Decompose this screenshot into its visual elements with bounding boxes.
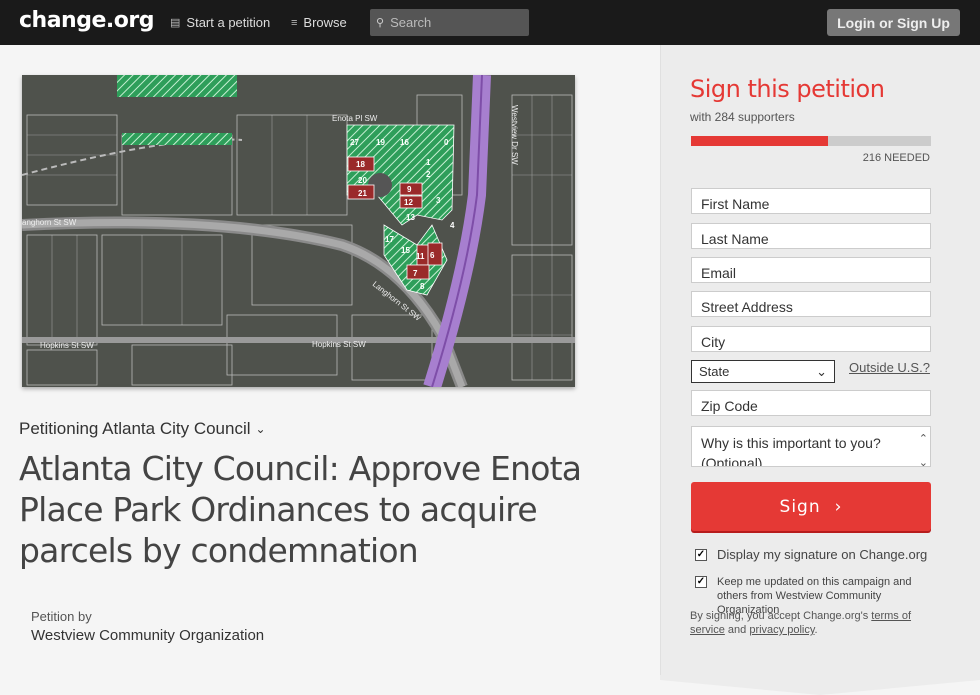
svg-text:18: 18 bbox=[356, 160, 365, 169]
terms-suffix: . bbox=[814, 624, 818, 636]
svg-text:17: 17 bbox=[385, 235, 394, 244]
keep-updated-checkbox[interactable]: ✓ bbox=[695, 576, 707, 588]
email-field[interactable] bbox=[691, 257, 931, 283]
display-signature-option[interactable]: ✓ Display my signature on Change.org bbox=[695, 547, 928, 562]
svg-text:9: 9 bbox=[407, 185, 412, 194]
chevron-down-icon[interactable]: ⌄ bbox=[919, 453, 928, 466]
petition-content: 27 19 16 0 18 1 2 20 21 9 12 3 13 4 17 15 11 6 78 En… bbox=[0, 45, 660, 695]
list-icon: ≡ bbox=[291, 16, 298, 29]
privacy-policy-link[interactable]: privacy policy bbox=[749, 624, 814, 636]
svg-text:1: 1 bbox=[426, 158, 431, 167]
svg-text:11: 11 bbox=[416, 252, 425, 261]
svg-text:7: 7 bbox=[413, 269, 418, 278]
browse-label: Browse bbox=[303, 15, 347, 30]
svg-text:Hopkins St SW: Hopkins St SW bbox=[312, 340, 366, 349]
petition-author[interactable]: Westview Community Organization bbox=[31, 627, 264, 644]
terms-prefix: By signing, you accept Change.org's bbox=[690, 610, 869, 622]
start-petition-label: Start a petition bbox=[186, 15, 271, 30]
signatures-needed: 216 NEEDED bbox=[862, 152, 930, 164]
map-drawing: 27 19 16 0 18 12 2021 912 3 13417 1511 6 78 En… bbox=[22, 75, 575, 387]
svg-text:4: 4 bbox=[450, 221, 455, 230]
why-important-placeholder: Why is this important to you? (Optional) bbox=[701, 435, 881, 467]
login-signup-button[interactable]: Login or Sign Up bbox=[827, 9, 960, 36]
search-input[interactable] bbox=[390, 15, 521, 30]
browse-link[interactable]: ≡ Browse bbox=[291, 15, 347, 30]
outside-us-link[interactable]: Outside U.S.? bbox=[849, 360, 930, 375]
state-select-value: State bbox=[699, 364, 730, 379]
sign-panel-title: Sign this petition bbox=[690, 75, 885, 103]
svg-text:8: 8 bbox=[420, 282, 425, 291]
svg-text:20: 20 bbox=[358, 176, 367, 185]
svg-text:Enota Pl SW: Enota Pl SW bbox=[332, 114, 378, 123]
svg-text:21: 21 bbox=[358, 189, 367, 198]
signature-progress-bar bbox=[691, 136, 931, 146]
top-navigation-bar: change.org ▤ Start a petition ≡ Browse ⚲… bbox=[0, 0, 980, 45]
svg-text:12: 12 bbox=[404, 198, 413, 207]
chevron-down-icon: ⌄ bbox=[816, 363, 827, 379]
start-petition-link[interactable]: ▤ Start a petition bbox=[170, 15, 270, 30]
svg-text:27: 27 bbox=[350, 138, 359, 147]
chevron-right-icon: › bbox=[834, 496, 843, 517]
state-select[interactable]: State ⌄ bbox=[691, 360, 835, 383]
document-icon: ▤ bbox=[170, 17, 181, 29]
search-box[interactable]: ⚲ bbox=[370, 9, 529, 36]
terms-and: and bbox=[727, 624, 747, 636]
svg-text:13: 13 bbox=[406, 213, 415, 222]
zip-code-field[interactable] bbox=[691, 390, 931, 416]
svg-text:Westview Dr SW: Westview Dr SW bbox=[510, 105, 519, 165]
display-signature-checkbox[interactable]: ✓ bbox=[695, 549, 707, 561]
display-signature-label: Display my signature on Change.org bbox=[717, 547, 928, 562]
last-name-field[interactable] bbox=[691, 223, 931, 249]
first-name-field[interactable] bbox=[691, 188, 931, 214]
chevron-up-icon[interactable]: ⌃ bbox=[919, 429, 928, 449]
search-icon: ⚲ bbox=[376, 17, 385, 29]
svg-text:15: 15 bbox=[401, 246, 410, 255]
sign-button-label: Sign bbox=[779, 496, 821, 517]
petition-title: Atlanta City Council: Approve Enota Plac… bbox=[19, 449, 582, 570]
svg-text:16: 16 bbox=[400, 138, 409, 147]
panel-tip-decoration bbox=[660, 675, 980, 695]
change-org-logo[interactable]: change.org bbox=[19, 8, 154, 33]
svg-text:19: 19 bbox=[376, 138, 385, 147]
why-important-textarea[interactable]: Why is this important to you? (Optional)… bbox=[691, 426, 931, 467]
street-address-field[interactable] bbox=[691, 291, 931, 317]
supporter-count: with 284 supporters bbox=[690, 110, 795, 124]
sign-petition-panel: Sign this petition with 284 supporters 2… bbox=[660, 45, 980, 675]
svg-text:6: 6 bbox=[430, 251, 435, 260]
textarea-scrollbar[interactable]: ⌃ ⌄ bbox=[919, 429, 928, 466]
petitioning-label: Petitioning Atlanta City Council bbox=[19, 419, 251, 438]
petitioning-target[interactable]: Petitioning Atlanta City Council ⌄ bbox=[19, 419, 266, 439]
chevron-down-icon: ⌄ bbox=[255, 422, 266, 436]
sign-button[interactable]: Sign › bbox=[691, 482, 931, 531]
svg-text:3: 3 bbox=[436, 196, 441, 205]
progress-fill bbox=[691, 136, 828, 146]
terms-notice: By signing, you accept Change.org's term… bbox=[690, 609, 930, 637]
svg-text:0: 0 bbox=[444, 138, 449, 147]
svg-text:2: 2 bbox=[426, 170, 431, 179]
svg-text:Hopkins St SW: Hopkins St SW bbox=[40, 341, 94, 350]
svg-text:anghorn St SW: anghorn St SW bbox=[22, 218, 77, 227]
city-field[interactable] bbox=[691, 326, 931, 352]
petition-by-label: Petition by bbox=[31, 609, 92, 624]
parcel-map-image: 27 19 16 0 18 1 2 20 21 9 12 3 13 4 17 15 11 6 78 En… bbox=[22, 75, 575, 387]
